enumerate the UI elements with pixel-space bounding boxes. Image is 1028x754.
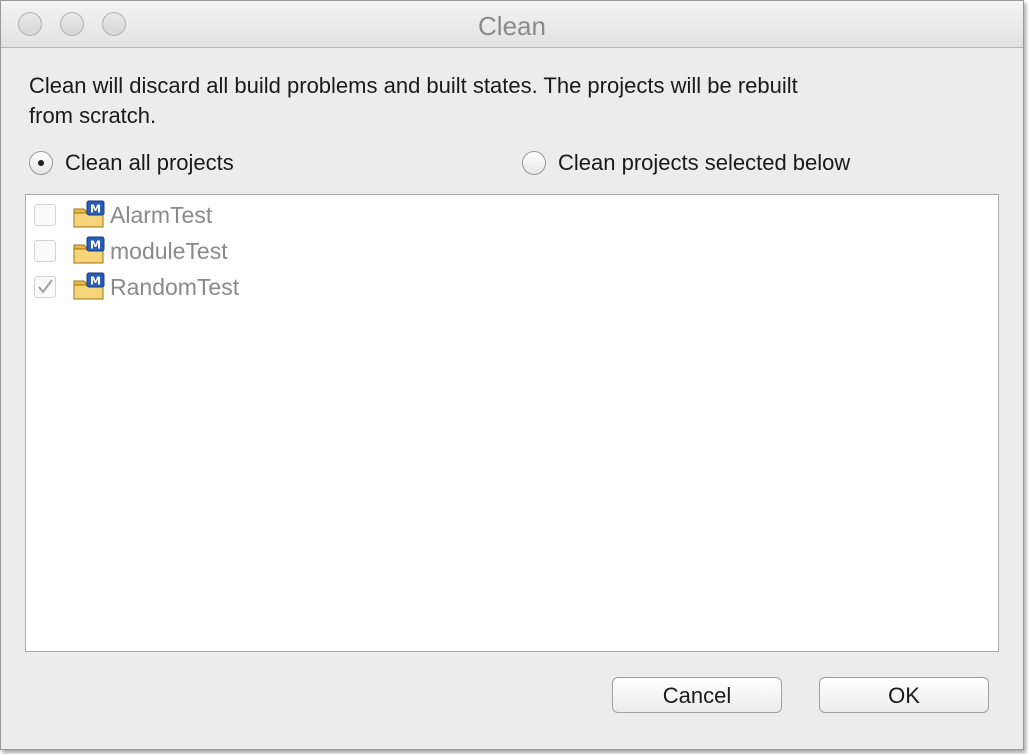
radio-clean-all-label: Clean all projects [65, 150, 234, 175]
project-name: AlarmTest [110, 201, 213, 228]
ok-button[interactable]: OK [819, 677, 989, 713]
description-line-1: Clean will discard all build problems an… [29, 73, 798, 98]
svg-text:M: M [90, 203, 101, 216]
project-item-moduletest[interactable]: M moduleTest [34, 235, 228, 267]
project-name: RandomTest [110, 273, 240, 300]
project-folder-icon: M [73, 200, 105, 228]
project-folder-icon: M [73, 272, 105, 300]
svg-text:M: M [90, 275, 101, 288]
description-line-2: from scratch. [29, 103, 157, 128]
radio-clean-selected-label: Clean projects selected below [558, 150, 851, 175]
cancel-button[interactable]: Cancel [612, 677, 782, 713]
project-checkbox-checked[interactable] [34, 276, 56, 298]
project-name: moduleTest [110, 237, 228, 264]
project-folder-icon: M [73, 236, 105, 264]
radio-clean-all[interactable]: Clean all projects [29, 148, 234, 178]
project-checkbox[interactable] [34, 204, 56, 226]
clean-dialog-window: Clean Clean will discard all build probl… [0, 0, 1024, 750]
radio-button-unselected[interactable] [522, 151, 546, 175]
radio-button-selected[interactable] [29, 151, 53, 175]
project-item-randomtest[interactable]: M RandomTest [34, 271, 239, 303]
project-checkbox[interactable] [34, 240, 56, 262]
svg-text:M: M [90, 239, 101, 252]
window-title: Clean [478, 11, 546, 41]
checkmark-icon [38, 279, 53, 294]
project-item-alarmtest[interactable]: M AlarmTest [34, 199, 212, 231]
project-list[interactable]: M AlarmTest M moduleTest M RandomTest [25, 194, 999, 652]
radio-clean-selected[interactable]: Clean projects selected below [522, 148, 850, 178]
title-bar: Clean [1, 1, 1023, 48]
dialog-description: Clean will discard all build problems an… [29, 71, 989, 131]
